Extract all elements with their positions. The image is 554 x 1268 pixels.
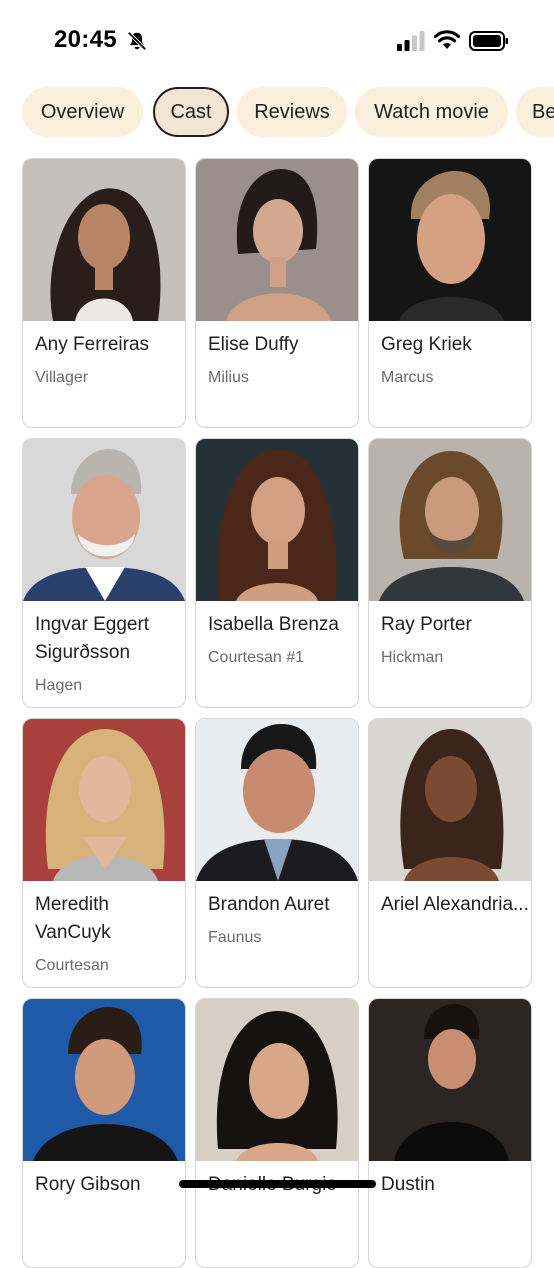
cast-photo — [369, 439, 531, 601]
tab-partial[interactable]: Be — [516, 87, 554, 137]
cast-card[interactable]: Dustin — [368, 998, 532, 1268]
tab-cast[interactable]: Cast — [153, 87, 229, 137]
cast-name: Any Ferreiras — [35, 334, 150, 355]
cast-photo — [23, 999, 185, 1161]
cast-card[interactable]: Ingvar Eggert Sigurðsson Hagen — [22, 438, 186, 708]
cast-role: Marcus — [381, 369, 434, 386]
cast-name: Dustin — [381, 1174, 435, 1195]
cast-card[interactable]: Brandon Auret Faunus — [195, 718, 359, 988]
cast-card[interactable]: Danielle Burgio — [195, 998, 359, 1268]
wifi-icon — [433, 30, 461, 49]
tab-overview[interactable]: Overview — [22, 87, 143, 137]
cast-name: Rory Gibson — [35, 1174, 141, 1195]
tab-reviews[interactable]: Reviews — [237, 87, 347, 137]
cast-name: Ariel Alexandria... — [381, 894, 529, 915]
cast-name: Greg Kriek — [381, 334, 472, 355]
cast-role: Hickman — [381, 649, 444, 666]
section-tabs: Overview Cast Reviews Watch movie Be — [22, 87, 554, 139]
cast-role: Courtesan #1 — [208, 649, 305, 666]
cast-name: Isabella Brenza — [208, 614, 339, 635]
cast-card[interactable]: Greg Kriek Marcus — [368, 158, 532, 428]
cast-name: Ray Porter — [381, 614, 472, 635]
cast-card[interactable]: Meredith VanCuyk Courtesan — [22, 718, 186, 988]
cast-name: Elise Duffy — [208, 334, 299, 355]
cast-role: Milius — [208, 369, 249, 386]
cast-photo — [196, 439, 358, 601]
cast-card[interactable]: Elise Duffy Milius — [195, 158, 359, 428]
status-time: 20:45 — [54, 26, 117, 53]
cast-card[interactable]: Ariel Alexandria... — [368, 718, 532, 988]
status-bar: 20:45 — [0, 0, 554, 84]
cast-role: Villager — [35, 369, 89, 386]
cast-name: Ingvar Eggert Sigurðsson — [35, 614, 150, 663]
cast-name: Brandon Auret — [208, 894, 330, 915]
cast-photo — [23, 719, 185, 881]
cast-photo — [196, 719, 358, 881]
cast-card[interactable]: Any Ferreiras Villager — [22, 158, 186, 428]
battery-icon — [469, 31, 508, 51]
cast-photo — [369, 719, 531, 881]
cast-photo — [369, 999, 531, 1161]
cast-card[interactable]: Ray Porter Hickman — [368, 438, 532, 708]
cast-photo — [23, 159, 185, 321]
cast-role: Courtesan — [35, 957, 109, 974]
cellular-signal-icon — [397, 31, 425, 51]
tab-watch-movie[interactable]: Watch movie — [355, 87, 508, 137]
cast-card[interactable]: Isabella Brenza Courtesan #1 — [195, 438, 359, 708]
cast-card[interactable]: Rory Gibson — [22, 998, 186, 1268]
cast-photo — [196, 999, 358, 1161]
home-indicator[interactable] — [179, 1180, 376, 1188]
cast-photo — [196, 159, 358, 321]
cast-photo — [369, 159, 531, 321]
cast-name: Meredith VanCuyk — [35, 894, 111, 943]
cast-photo — [23, 439, 185, 601]
cast-role: Hagen — [35, 677, 83, 694]
bell-off-icon — [127, 31, 147, 51]
cast-role: Faunus — [208, 929, 262, 946]
